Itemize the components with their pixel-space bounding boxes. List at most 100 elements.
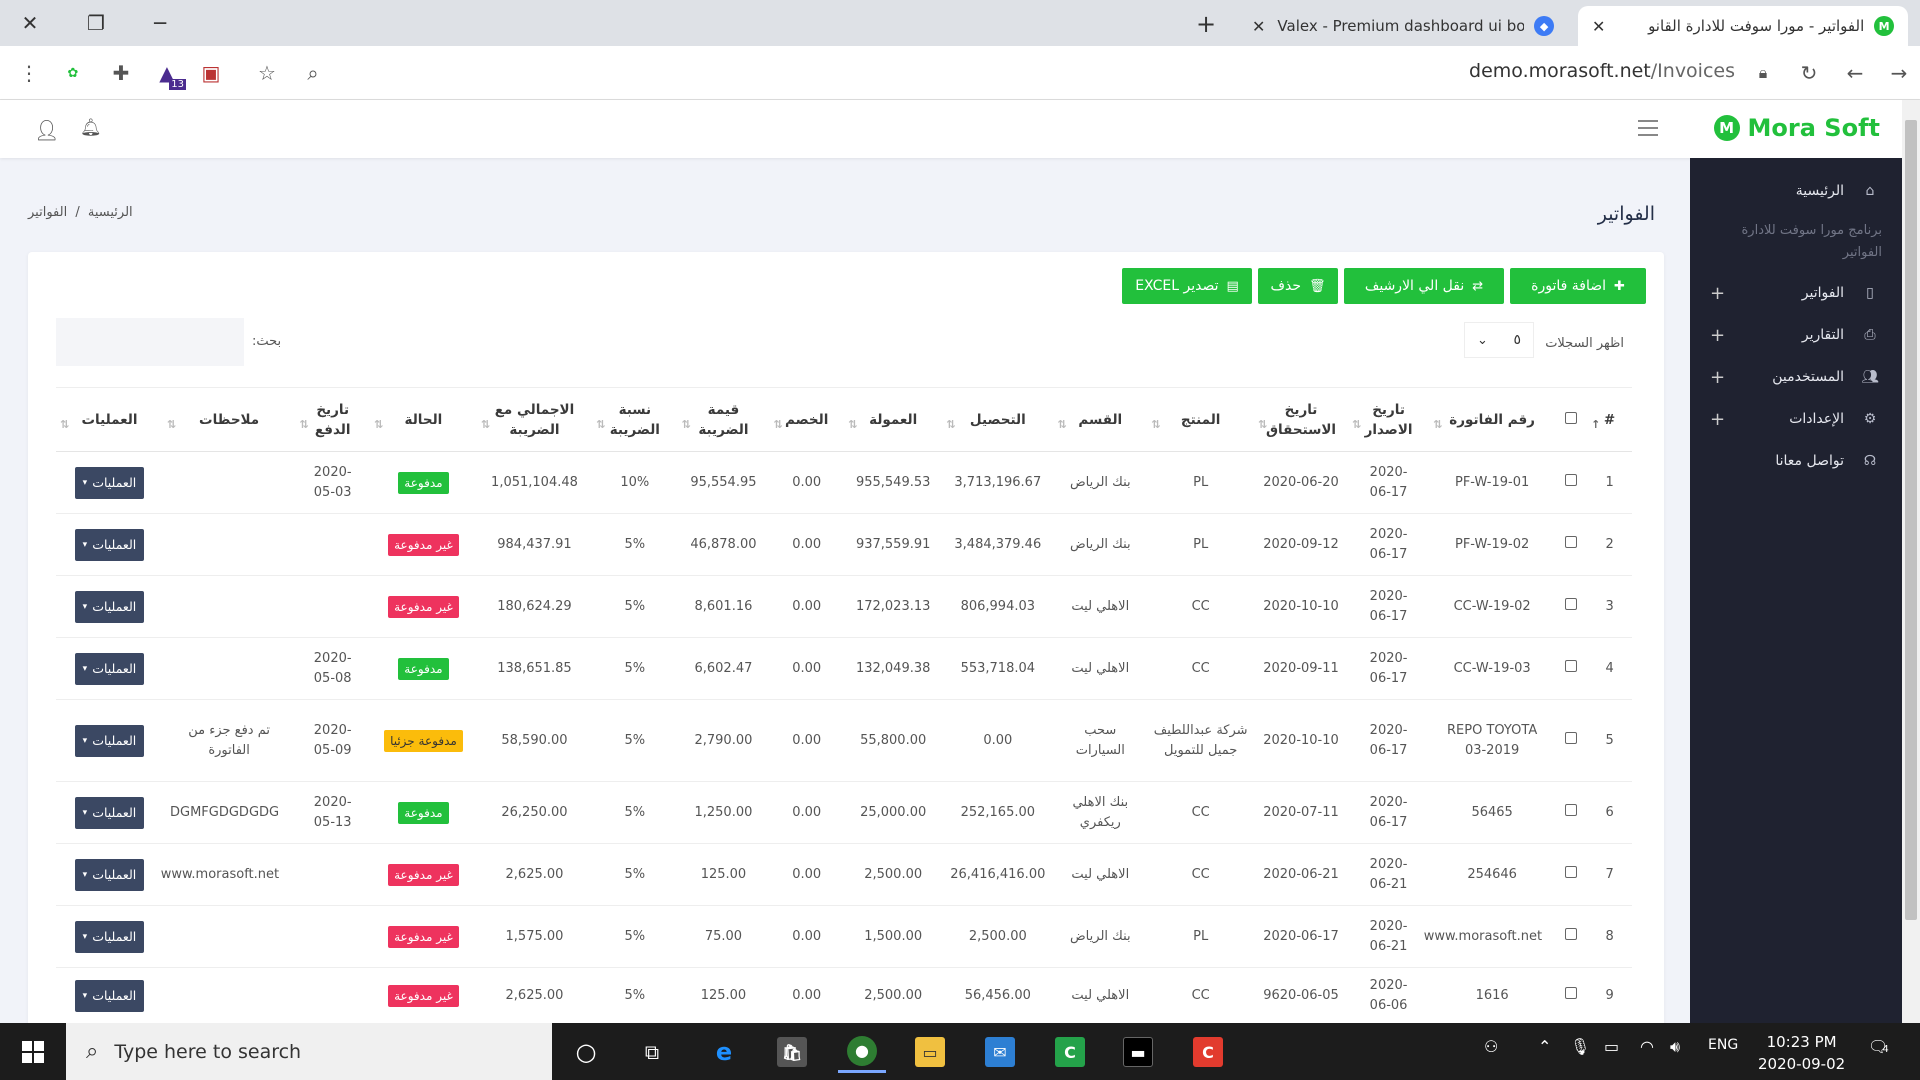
col-issue-date[interactable]: تاريخ الاصدار ⇅ bbox=[1348, 387, 1430, 452]
export-excel-button[interactable]: ▤ تصدير EXCEL bbox=[1122, 268, 1252, 304]
app-logo[interactable]: M Mora Soft bbox=[1713, 114, 1880, 142]
back-arrow-icon[interactable]: ← bbox=[1840, 58, 1870, 88]
extension-morasoft-icon[interactable]: ✿ bbox=[58, 58, 88, 88]
expand-plus-icon[interactable]: + bbox=[1710, 325, 1725, 346]
row-actions-button[interactable]: العمليات ▾ bbox=[74, 920, 145, 953]
row-checkbox[interactable] bbox=[1565, 535, 1578, 548]
edge-browser-icon[interactable]: e bbox=[700, 1031, 748, 1073]
sidebar-item-settings[interactable]: ⚙ الإعدادات + bbox=[1690, 400, 1902, 438]
language-indicator[interactable]: ENG bbox=[1708, 1037, 1738, 1053]
col-total[interactable]: الاجمالي مع الضريبة ⇅ bbox=[476, 387, 593, 452]
row-actions-button[interactable]: العمليات ▾ bbox=[74, 724, 145, 757]
new-tab-button[interactable]: + bbox=[1190, 8, 1222, 40]
row-checkbox[interactable] bbox=[1565, 927, 1578, 940]
extension-graduation-icon[interactable]: ▲ 13 bbox=[152, 58, 186, 90]
tab-close-icon[interactable]: ✕ bbox=[1592, 17, 1605, 36]
row-actions-button[interactable]: العمليات ▾ bbox=[74, 590, 145, 623]
user-avatar-icon[interactable]: 👤︎ bbox=[34, 118, 59, 142]
task-view-icon[interactable]: ⧉ bbox=[628, 1031, 676, 1073]
cell-select[interactable] bbox=[1555, 843, 1588, 906]
battery-icon[interactable]: ▭ bbox=[1604, 1037, 1619, 1056]
col-section[interactable]: القسم ⇅ bbox=[1053, 387, 1148, 452]
expand-plus-icon[interactable]: + bbox=[1710, 367, 1725, 388]
col-notes[interactable]: ملاحظات ⇅ bbox=[162, 387, 296, 452]
cell-select[interactable] bbox=[1555, 905, 1588, 968]
col-tax-rate[interactable]: نسبة الضريبة ⇅ bbox=[592, 387, 678, 452]
row-actions-button[interactable]: العمليات ▾ bbox=[74, 466, 145, 499]
row-actions-button[interactable]: العمليات ▾ bbox=[74, 796, 145, 829]
row-actions-button[interactable]: العمليات ▾ bbox=[74, 652, 145, 685]
store-icon[interactable]: 🛍︎ bbox=[768, 1031, 816, 1073]
sidebar-item-reports[interactable]: ⎙ التقارير + bbox=[1690, 316, 1902, 354]
table-row[interactable]: 5 REPO TOYOTA 03-2019 2020-06-17 2020-10-10… bbox=[56, 699, 1632, 782]
sidebar-item-users[interactable]: 👥︎ المستخدمين + bbox=[1690, 358, 1902, 396]
terminal-icon[interactable]: ▬ bbox=[1114, 1031, 1162, 1073]
reload-icon[interactable]: ↻ bbox=[1794, 58, 1824, 88]
table-row[interactable]: 9 1616 2020-06-06 9620-06-05 CC الاهلي ليت 56,… bbox=[56, 967, 1632, 1024]
camtasia-recorder-icon[interactable]: C bbox=[1184, 1031, 1232, 1073]
cell-select[interactable] bbox=[1555, 781, 1588, 844]
taskbar-clock[interactable]: 10:23 PM 2020-09-02 bbox=[1758, 1031, 1845, 1075]
col-invoice-no[interactable]: رقم الفاتورة ⇅ bbox=[1429, 387, 1556, 452]
table-row[interactable]: 7 254646 2020-06-21 2020-06-21 CC الاهلي ليت 2… bbox=[56, 843, 1632, 906]
row-checkbox[interactable] bbox=[1565, 597, 1578, 610]
col-commission[interactable]: العمولة ⇅ bbox=[844, 387, 943, 452]
browser-tab-invoices[interactable]: M الفواتير - مورا سوفت للادارة القانو ✕ bbox=[1578, 6, 1908, 46]
cell-select[interactable] bbox=[1555, 699, 1588, 782]
table-row[interactable]: 4 CC-W-19-03 2020-06-17 2020-09-11 CC الاهلي … bbox=[56, 637, 1632, 700]
extension-pdf-icon[interactable]: ▣ bbox=[196, 58, 226, 88]
row-checkbox[interactable] bbox=[1565, 659, 1578, 672]
cell-select[interactable] bbox=[1555, 513, 1588, 576]
col-ops[interactable]: العمليات ⇅ bbox=[56, 387, 163, 452]
page-scrollbar[interactable] bbox=[1902, 100, 1920, 1023]
archive-button[interactable]: ⇄ نقل الي الارشيف bbox=[1344, 268, 1504, 304]
col-select[interactable] bbox=[1555, 387, 1588, 452]
col-due-date[interactable]: تاريخ الاستحقاق ⇅ bbox=[1254, 387, 1348, 452]
page-length-select[interactable]: ⌄ ٥ bbox=[1464, 322, 1534, 358]
col-status[interactable]: الحالة ⇅ bbox=[370, 387, 477, 452]
window-minimize-icon[interactable]: ─ bbox=[138, 6, 182, 40]
cell-ops[interactable]: العمليات ▾ bbox=[56, 905, 163, 968]
delete-button[interactable]: 🗑︎ حذف bbox=[1258, 268, 1338, 304]
mail-icon[interactable]: ✉ bbox=[976, 1031, 1024, 1073]
col-product[interactable]: المنتج ⇅ bbox=[1147, 387, 1255, 452]
add-invoice-button[interactable]: ✚ اضافة فاتورة bbox=[1510, 268, 1646, 304]
browser-menu-icon[interactable]: ⋮ bbox=[14, 58, 44, 88]
window-close-icon[interactable]: ✕ bbox=[8, 6, 52, 40]
notification-center-icon[interactable]: 🗨︎4 bbox=[1868, 1037, 1889, 1056]
table-row[interactable]: 8 www.morasoft.net 2020-06-21 2020-06-17 PL ب… bbox=[56, 905, 1632, 968]
scrollbar-thumb[interactable] bbox=[1905, 120, 1917, 920]
expand-plus-icon[interactable]: + bbox=[1710, 409, 1725, 430]
row-checkbox[interactable] bbox=[1565, 731, 1578, 744]
col-collection[interactable]: التحصيل ⇅ bbox=[942, 387, 1054, 452]
breadcrumb-home[interactable]: الرئيسية bbox=[88, 205, 133, 220]
file-explorer-icon[interactable]: ▭ bbox=[906, 1031, 954, 1073]
sidebar-item-invoices[interactable]: ▯ الفواتير + bbox=[1690, 274, 1902, 312]
row-checkbox[interactable] bbox=[1565, 865, 1578, 878]
cell-ops[interactable]: العمليات ▾ bbox=[56, 637, 163, 700]
cell-ops[interactable]: العمليات ▾ bbox=[56, 513, 163, 576]
cell-select[interactable] bbox=[1555, 637, 1588, 700]
col-num[interactable]: # ↑ bbox=[1587, 387, 1632, 452]
lock-icon[interactable]: 🔒︎ bbox=[1748, 58, 1778, 88]
sidebar-item-home[interactable]: ⌂ الرئيسية bbox=[1690, 172, 1902, 210]
sidebar-item-contact[interactable]: ☊ تواصل معانا bbox=[1690, 442, 1902, 480]
expand-plus-icon[interactable]: + bbox=[1710, 283, 1725, 304]
table-row[interactable]: 3 CC-W-19-02 2020-06-17 2020-10-10 CC الاهلي … bbox=[56, 575, 1632, 638]
cell-ops[interactable]: العمليات ▾ bbox=[56, 843, 163, 906]
wifi-icon[interactable]: ◠ bbox=[1640, 1037, 1654, 1056]
tab-close-icon[interactable]: ✕ bbox=[1252, 17, 1265, 36]
camtasia-icon[interactable]: C bbox=[1046, 1031, 1094, 1073]
forward-arrow-icon[interactable]: → bbox=[1884, 58, 1914, 88]
tray-chevron-icon[interactable]: ⌃ bbox=[1538, 1037, 1551, 1056]
cell-select[interactable] bbox=[1555, 451, 1588, 514]
cell-ops[interactable]: العمليات ▾ bbox=[56, 781, 163, 844]
row-actions-button[interactable]: العمليات ▾ bbox=[74, 528, 145, 561]
table-row[interactable]: 6 56465 2020-06-17 2020-07-11 CC بنك الاهلي ر… bbox=[56, 781, 1632, 844]
row-actions-button[interactable]: العمليات ▾ bbox=[74, 858, 145, 891]
row-checkbox[interactable] bbox=[1565, 986, 1578, 999]
cell-select[interactable] bbox=[1555, 967, 1588, 1024]
people-icon[interactable]: ⚇ bbox=[1484, 1037, 1498, 1056]
col-discount[interactable]: الخصم ⇅ bbox=[769, 387, 845, 452]
table-row[interactable]: 2 PF-W-19-02 2020-06-17 2020-09-12 PL بنك الر… bbox=[56, 513, 1632, 576]
